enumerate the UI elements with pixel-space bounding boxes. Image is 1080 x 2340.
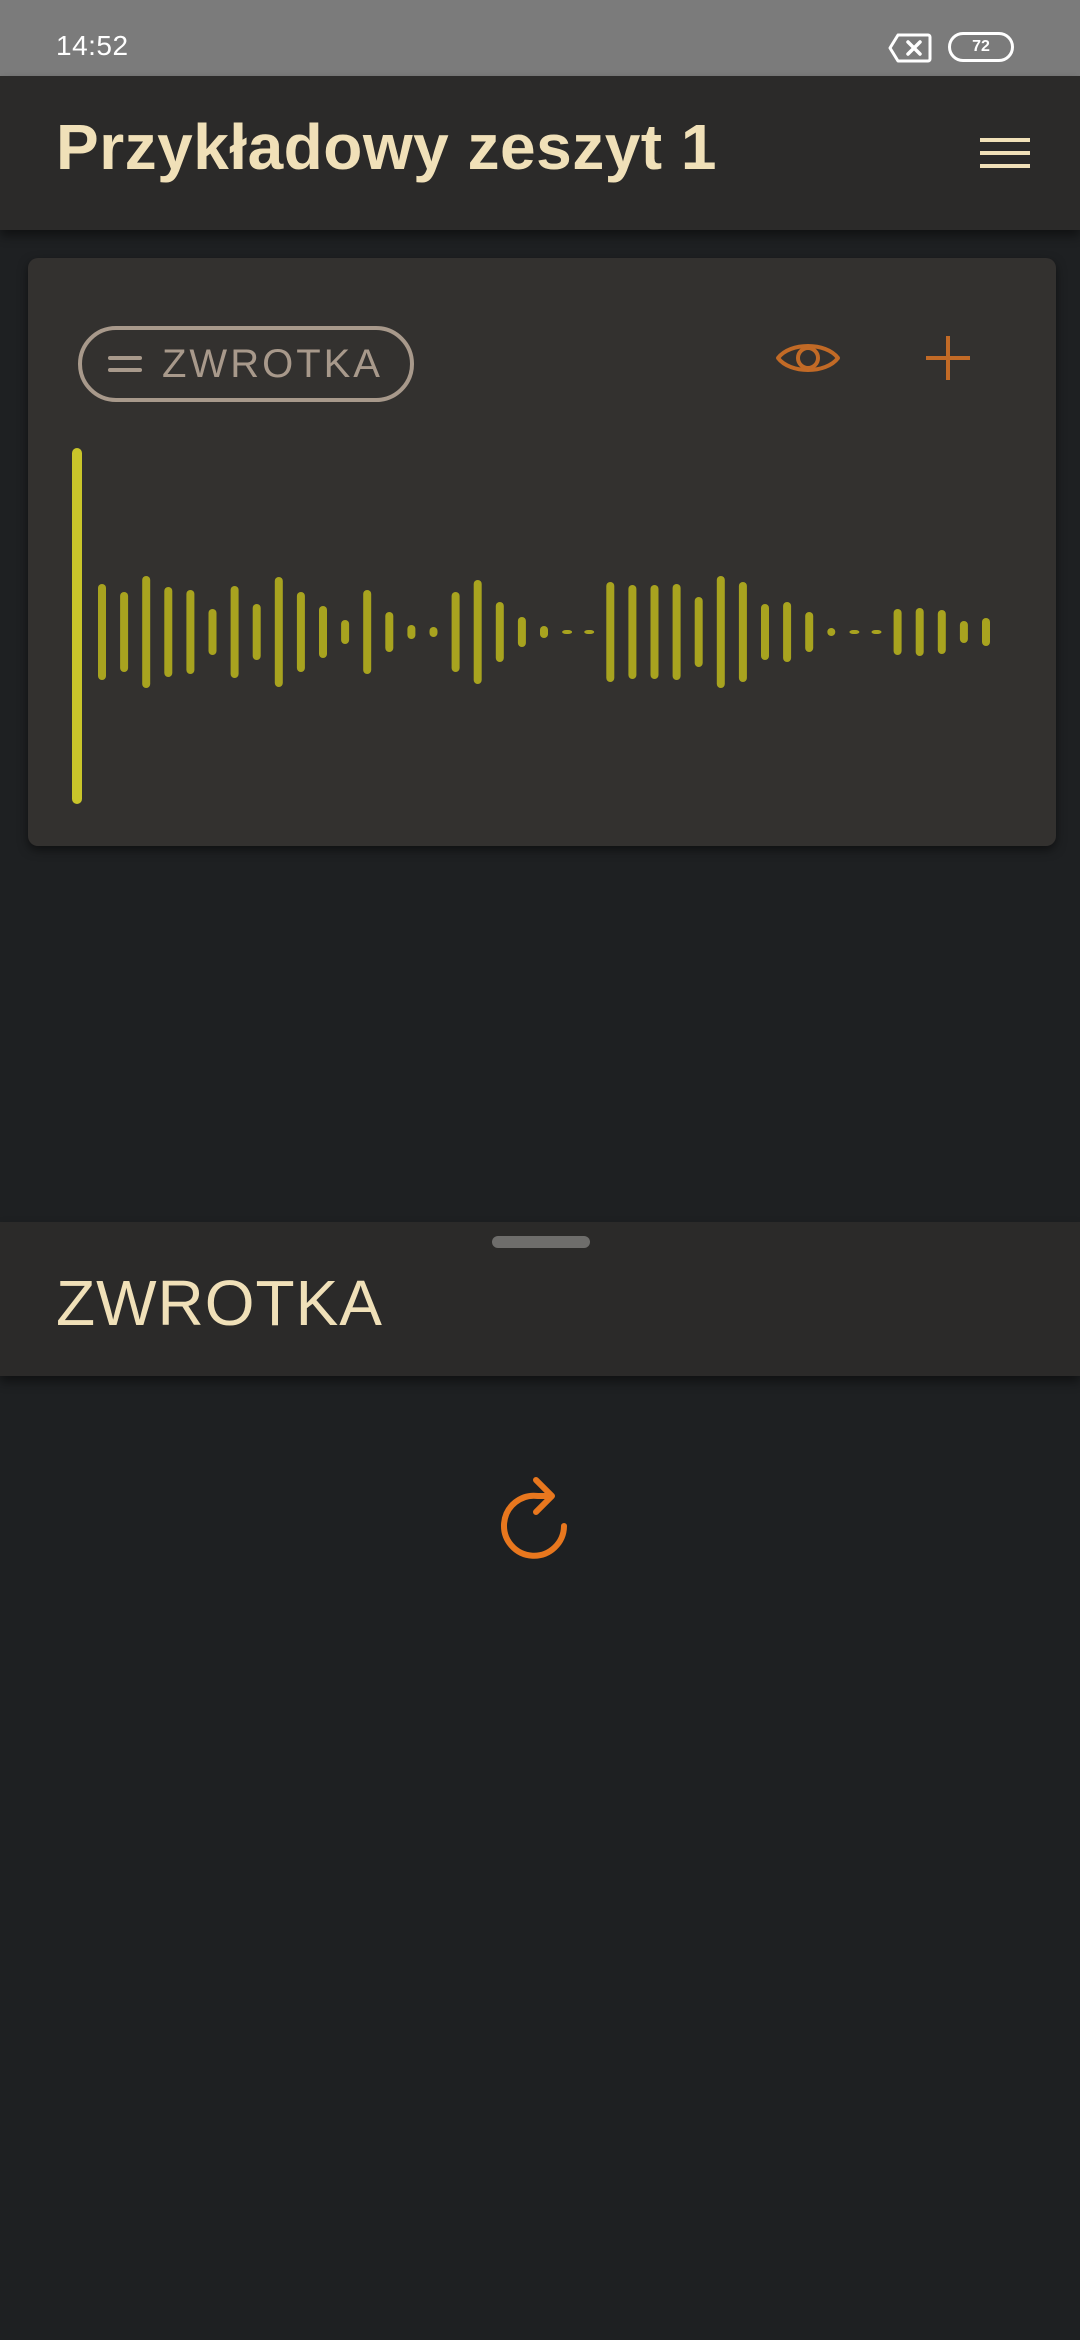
waveform-bar [628,585,637,679]
waveform-bar [959,621,968,643]
waveform-bar [562,630,573,634]
waveform-bar [650,585,659,679]
waveform-bar [186,590,195,674]
waveform-bar [982,618,990,646]
section-chip[interactable]: ZWROTKA [78,326,414,402]
waveform-bar [827,628,836,636]
bottom-sheet-header[interactable]: ZWROTKA [0,1222,1080,1376]
waveform-bar [893,609,902,655]
waveform-bar [429,627,438,637]
waveform-bar [451,592,460,672]
waveform-bar [230,586,239,678]
section-card: ZWROTKA [28,258,1056,846]
waveform-bar [385,612,394,652]
waveform-bar [274,577,283,687]
waveform-bar [252,604,261,660]
battery-indicator: 72 [948,32,1014,62]
waveform-bar [716,576,725,688]
waveform-bar [164,587,173,677]
waveform-bar [606,582,615,682]
waveform-bar [517,617,526,647]
audio-waveform[interactable] [28,448,1056,818]
refresh-icon[interactable] [498,1474,588,1570]
status-time: 14:52 [56,30,129,61]
waveform-bar [98,584,106,680]
waveform-bar [341,620,350,644]
waveform-bar [738,582,747,682]
playhead[interactable] [72,448,82,804]
drag-handle-icon[interactable] [108,356,142,372]
waveform-bar [584,630,595,634]
waveform-bar [694,597,703,667]
status-bar: 14:52 72 [0,0,1080,76]
waveform-bar [540,626,548,638]
hamburger-menu-icon[interactable] [970,128,1040,178]
sheet-drag-handle[interactable] [492,1236,590,1248]
page-title: Przykładowy zeszyt 1 [56,111,717,183]
waveform-bar [142,576,151,688]
waveform-bar [849,630,860,634]
waveform-bar [937,610,946,654]
waveform-bar [363,590,372,674]
app-bar: Przykładowy zeszyt 1 [0,76,1080,230]
waveform-bar [915,608,924,656]
waveform-bar [208,609,217,655]
section-chip-label: ZWROTKA [162,341,383,386]
eye-icon[interactable] [768,318,848,398]
waveform-bar [120,592,129,672]
close-box-icon [888,33,932,63]
sheet-title: ZWROTKA [56,1267,383,1339]
waveform-bar [319,606,327,658]
waveform-bar [871,630,882,634]
waveform-bar [407,625,416,639]
plus-icon[interactable] [908,318,988,398]
waveform-bar [296,592,305,672]
waveform-bar [473,580,482,684]
waveform-bar [672,584,681,680]
waveform-bar [495,602,504,662]
waveform-bar [805,612,814,652]
waveform-bar [783,602,792,662]
waveform-bar [761,604,769,660]
